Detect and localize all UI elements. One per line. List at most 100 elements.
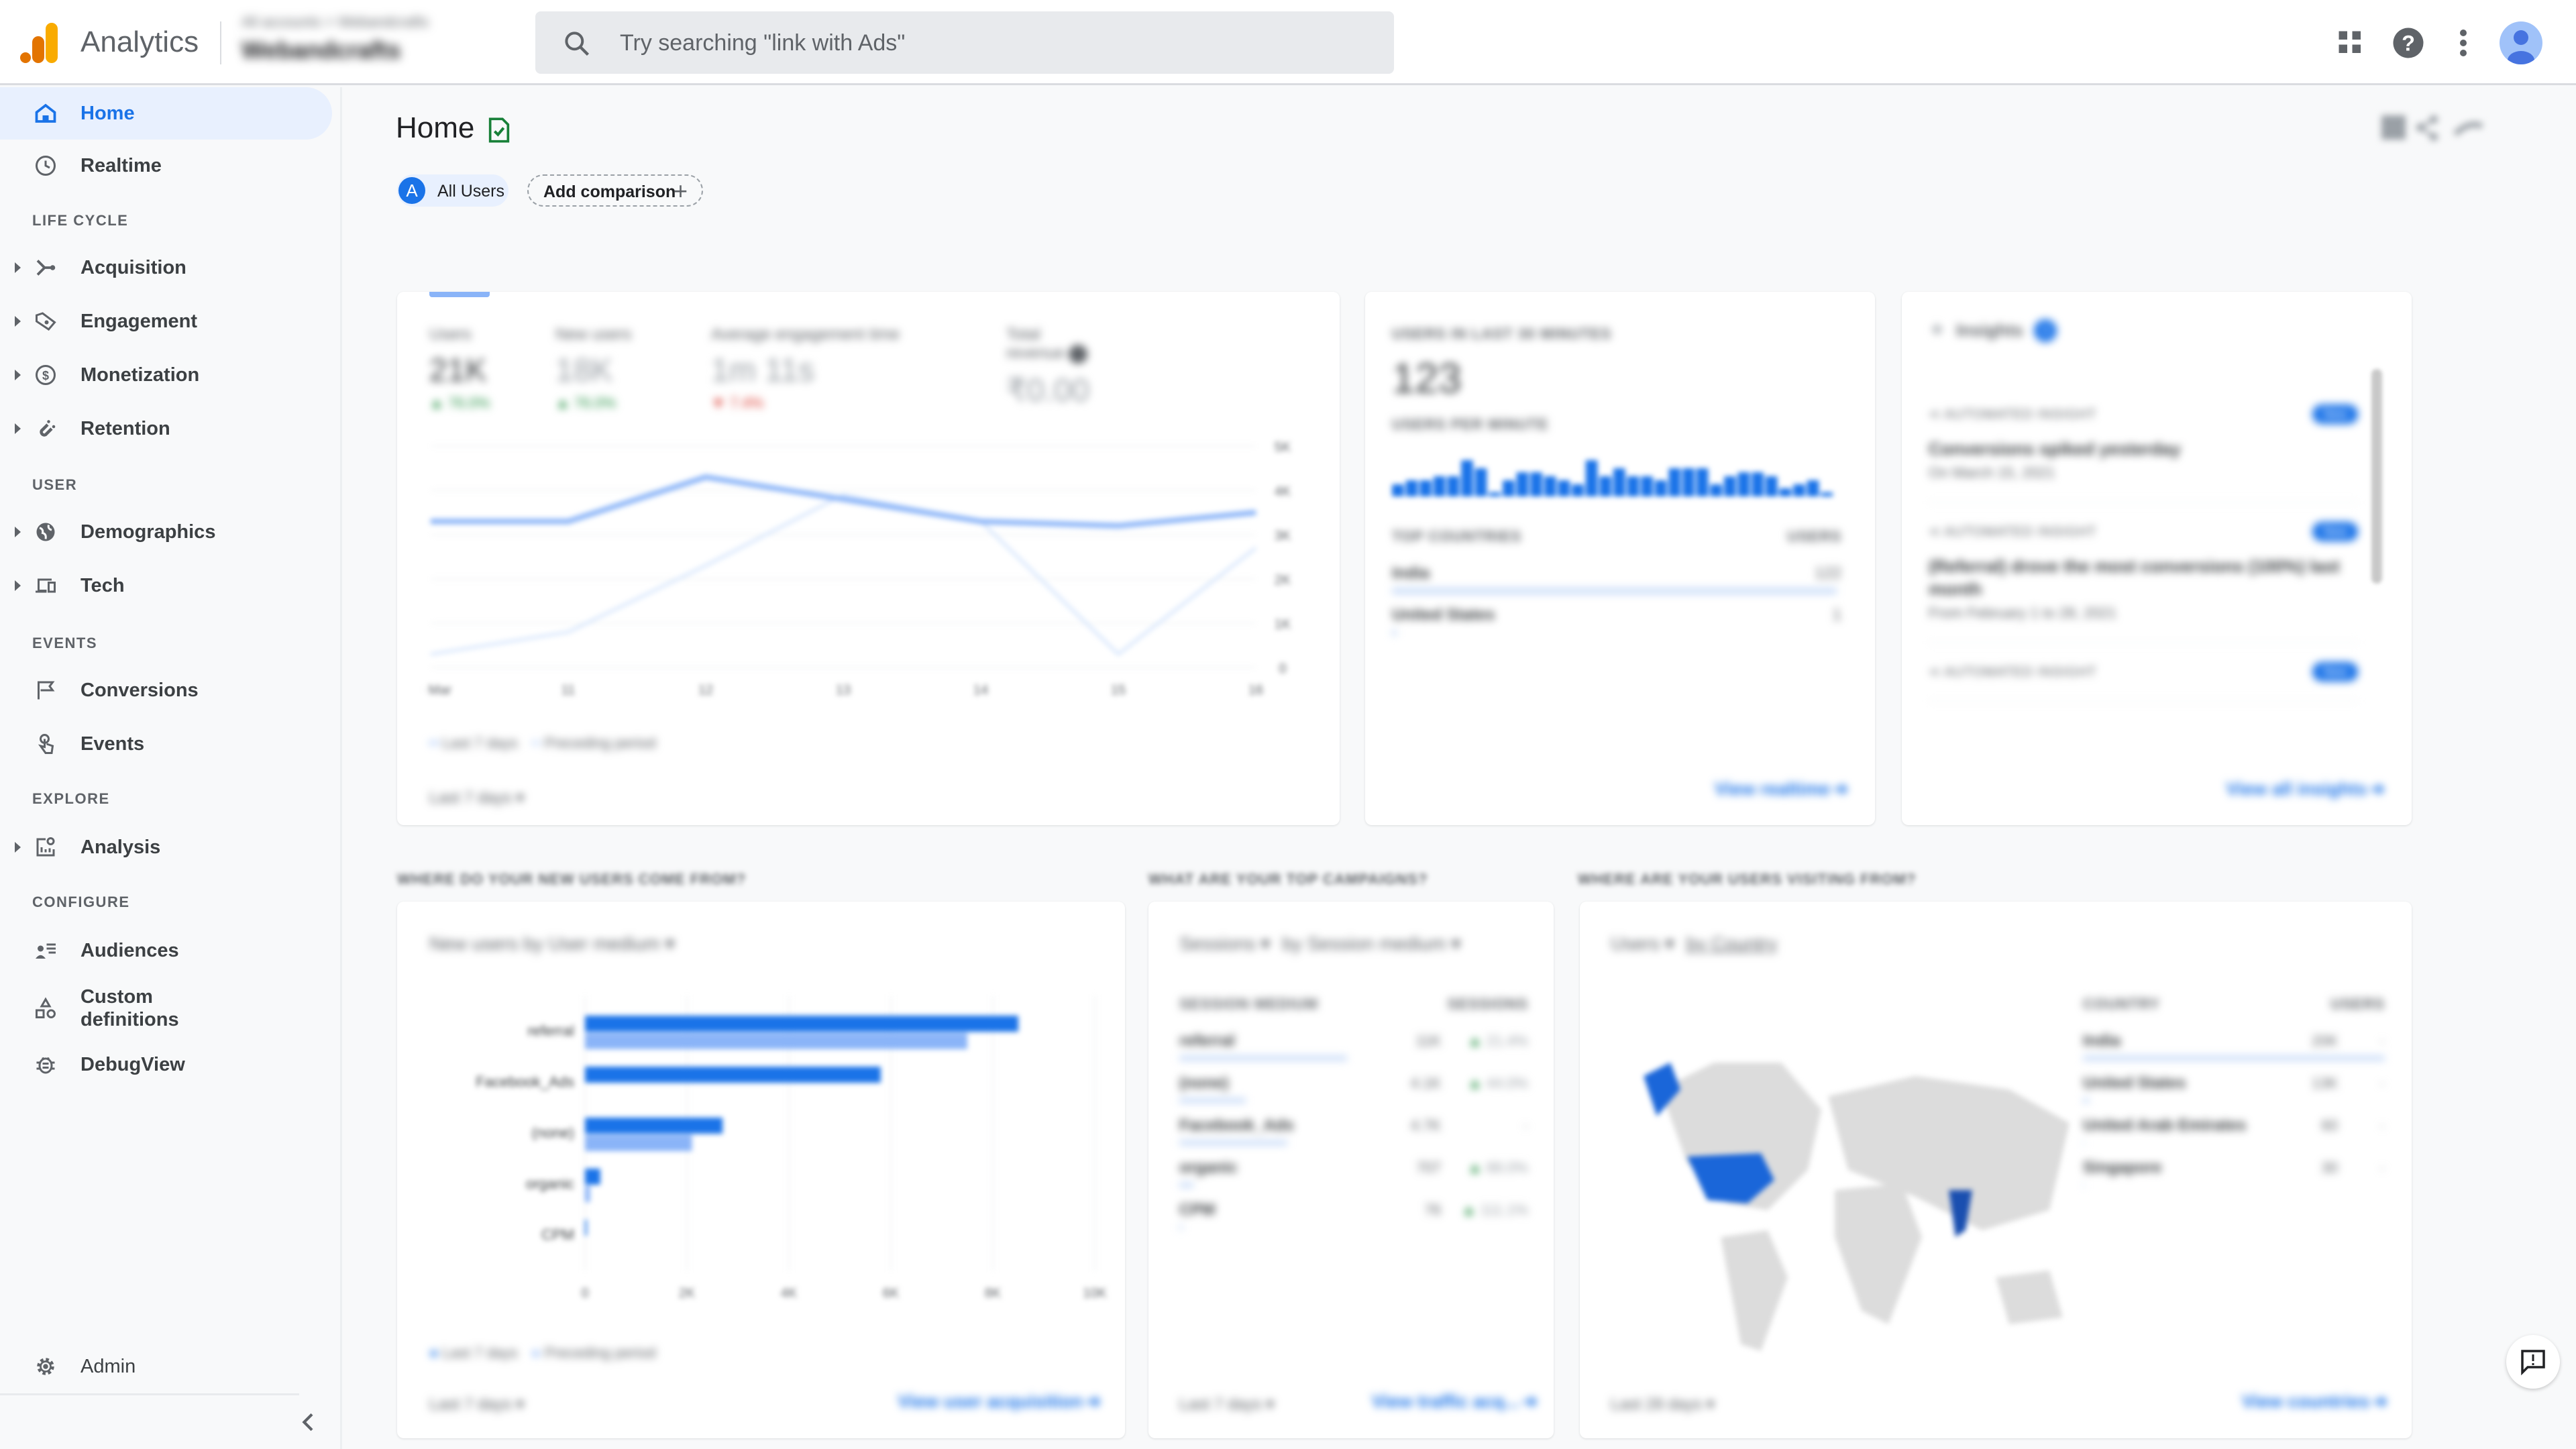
segment-chip-all-users[interactable]: A All Users — [397, 174, 508, 207]
campaign-metric-selector[interactable]: Sessions ▾ — [1179, 933, 1270, 954]
insights-scrollbar[interactable] — [2371, 369, 2382, 584]
insight-title[interactable]: (Referral) drove the most conversions (1… — [1929, 555, 2358, 600]
sidebar-item-home[interactable]: Home — [0, 87, 332, 140]
minute-bar[interactable] — [1599, 476, 1611, 496]
bar-preceding-period[interactable] — [585, 1186, 590, 1202]
minute-bar[interactable] — [1503, 480, 1515, 496]
minute-bar[interactable] — [1613, 468, 1625, 496]
share-icon[interactable] — [2416, 115, 2438, 141]
expand-caret-icon[interactable] — [15, 527, 21, 537]
analytics-logo[interactable] — [20, 23, 58, 63]
minute-bar[interactable] — [1737, 472, 1750, 496]
metric-tab-users[interactable]: Users 21K ▲ 76.0% — [429, 325, 490, 412]
minute-bar[interactable] — [1821, 492, 1833, 496]
country-row[interactable]: India 20K - — [2083, 1032, 2385, 1061]
more-vert-icon[interactable] — [2443, 23, 2483, 63]
insight-title[interactable]: Conversions spiked yesterday — [1929, 437, 2358, 460]
insight-item[interactable]: ⋖ AUTOMATED INSIGHT New Conversions spiked… — [1929, 386, 2358, 503]
sidebar-item-conversions[interactable]: Conversions — [0, 664, 332, 716]
country-row[interactable]: United Arab Emirates 60- — [2083, 1116, 2385, 1145]
verified-report-icon[interactable] — [487, 117, 511, 144]
minute-bar[interactable] — [1696, 468, 1709, 496]
campaign-row[interactable]: referral 11K ▲ 21.4% — [1179, 1032, 1528, 1061]
info-icon[interactable] — [1069, 344, 1088, 364]
minute-bar[interactable] — [1474, 468, 1487, 496]
map-region-south-america[interactable] — [1721, 1230, 1788, 1351]
customize-report-icon[interactable] — [2381, 115, 2406, 140]
minute-bar[interactable] — [1544, 476, 1556, 496]
sidebar-item-audiences[interactable]: Audiences — [0, 924, 332, 977]
sidebar-item-retention[interactable]: Retention — [0, 402, 332, 455]
bar-last-7-days[interactable] — [585, 1169, 600, 1185]
minute-bar[interactable] — [1461, 460, 1473, 496]
feedback-button[interactable] — [2506, 1335, 2560, 1389]
expand-caret-icon[interactable] — [15, 423, 21, 434]
date-range-selector[interactable]: Last 28 days ▾ — [1611, 1395, 1715, 1414]
minute-bar[interactable] — [1641, 476, 1653, 496]
country-row[interactable]: Singapore 30- — [2083, 1159, 2385, 1187]
expand-caret-icon[interactable] — [15, 842, 21, 853]
metric-tab-revenue[interactable]: Total revenue ₹0.00 — [1006, 325, 1100, 409]
sidebar-item-demographics[interactable]: Demographics — [0, 506, 332, 558]
minute-bar[interactable] — [1419, 480, 1432, 496]
expand-caret-icon[interactable] — [15, 370, 21, 380]
insight-item[interactable]: ⋖ AUTOMATED INSIGHT New (Referral) drove t… — [1929, 503, 2358, 643]
minute-bar[interactable] — [1405, 480, 1418, 496]
insight-item[interactable]: ⋖ AUTOMATED INSIGHT New — [1929, 643, 2358, 702]
sidebar-item-custom-definitions[interactable]: Custom definitions — [0, 978, 332, 1038]
minute-bar[interactable] — [1807, 480, 1819, 496]
country-row[interactable]: United States 1 — [1392, 606, 1841, 635]
minute-bar[interactable] — [1668, 468, 1681, 496]
search-bar[interactable]: Try searching "link with Ads" — [535, 11, 1394, 74]
campaign-row[interactable]: CPM 76 ▲ 111.1% — [1179, 1201, 1528, 1230]
sidebar-item-debugview[interactable]: DebugView — [0, 1038, 332, 1091]
minute-bar[interactable] — [1572, 484, 1584, 496]
country-dimension-selector[interactable]: by Country — [1686, 933, 1777, 954]
country-row[interactable]: India 122 — [1392, 564, 1841, 594]
minute-bar[interactable] — [1682, 468, 1695, 496]
view-countries-link[interactable]: View countries ➜ — [2242, 1391, 2387, 1412]
minute-bar[interactable] — [1627, 476, 1640, 496]
expand-caret-icon[interactable] — [15, 580, 21, 591]
campaign-dimension-selector[interactable]: by Session medium ▾ — [1282, 933, 1460, 954]
expand-caret-icon[interactable] — [15, 262, 21, 273]
bar-last-7-days[interactable] — [585, 1016, 1018, 1032]
minute-bar[interactable] — [1433, 476, 1446, 496]
map-region-africa[interactable] — [1835, 1183, 1922, 1324]
sidebar-item-realtime[interactable]: Realtime — [0, 140, 332, 192]
minute-bar[interactable] — [1530, 472, 1542, 496]
sidebar-item-monetization[interactable]: $ Monetization — [0, 349, 332, 401]
campaign-row[interactable]: Facebook_Ads 4.7K - — [1179, 1116, 1528, 1145]
bar-last-7-days[interactable] — [585, 1118, 723, 1134]
sidebar-item-events[interactable]: Events — [0, 718, 332, 770]
minute-bar[interactable] — [1752, 472, 1764, 496]
minute-bar[interactable] — [1779, 488, 1792, 496]
campaign-row[interactable]: (none) 4.1K ▲ 44.0% — [1179, 1074, 1528, 1103]
bar-last-7-days[interactable] — [585, 1220, 587, 1236]
minute-bar[interactable] — [1516, 472, 1529, 496]
series-line-last-7-days[interactable] — [431, 474, 1256, 529]
minute-bar[interactable] — [1710, 484, 1722, 496]
bar-last-7-days[interactable] — [585, 1067, 881, 1083]
date-range-selector[interactable]: Last 7 days ▾ — [429, 788, 524, 808]
minute-bar[interactable] — [1558, 480, 1570, 496]
country-metric-selector[interactable]: Users ▾ — [1611, 933, 1674, 954]
sidebar-item-engagement[interactable]: Engagement — [0, 295, 332, 347]
minute-bar[interactable] — [1793, 484, 1805, 496]
minute-bar[interactable] — [1392, 484, 1404, 496]
sidebar-item-acquisition[interactable]: Acquisition — [0, 241, 332, 294]
help-icon[interactable]: ? — [2388, 23, 2428, 63]
account-selector[interactable]: All accounts > Webandcrafts Webandcrafts — [241, 13, 429, 64]
minute-bar[interactable] — [1489, 492, 1501, 496]
sidebar-item-admin[interactable]: Admin — [0, 1340, 332, 1393]
view-traffic-acquisition-link[interactable]: View traffic acq... ➜ — [1372, 1391, 1538, 1412]
map-region-australia[interactable] — [1996, 1271, 2063, 1324]
minute-bar[interactable] — [1654, 480, 1667, 496]
minute-bar[interactable] — [1585, 460, 1598, 496]
bar-preceding-period[interactable] — [585, 1033, 967, 1049]
bar-preceding-period[interactable] — [585, 1135, 692, 1151]
expand-caret-icon[interactable] — [15, 316, 21, 327]
sidebar-item-tech[interactable]: Tech — [0, 559, 332, 612]
insights-sparkle-icon[interactable] — [2453, 121, 2483, 136]
acquisition-metric-selector[interactable]: New users by User medium ▾ — [429, 932, 675, 955]
